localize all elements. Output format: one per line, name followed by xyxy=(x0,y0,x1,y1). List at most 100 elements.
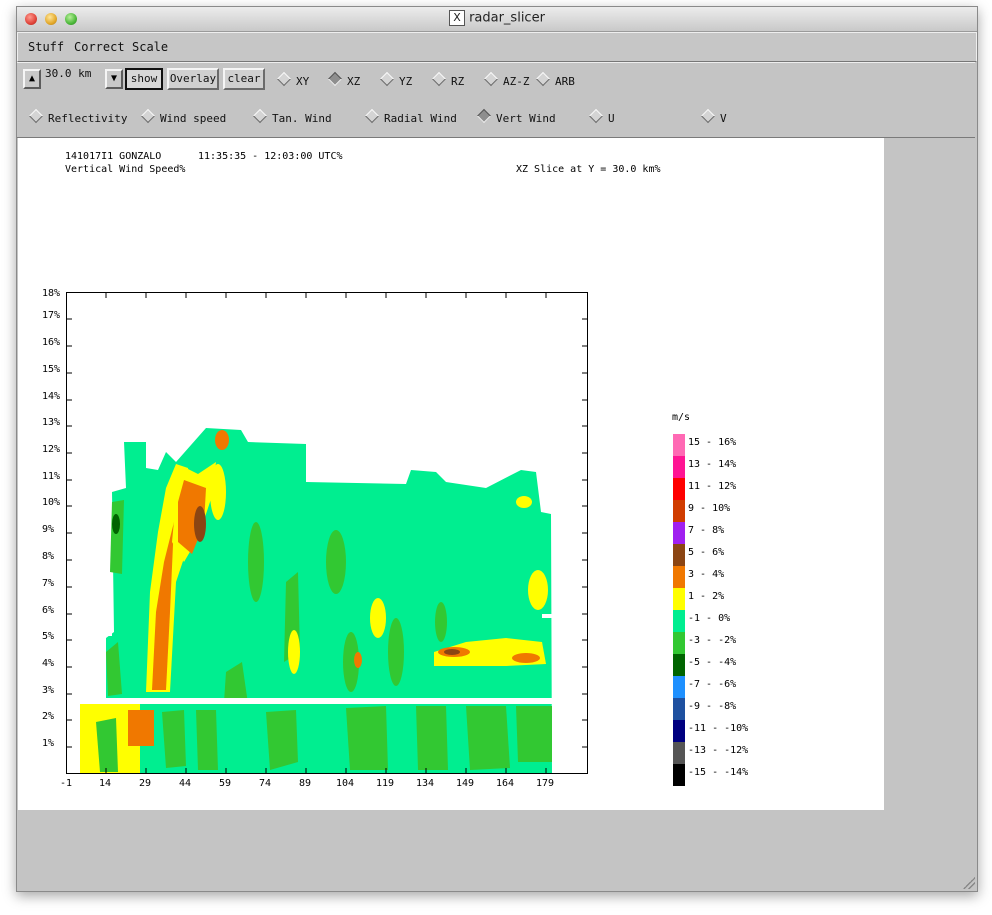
plot-canvas[interactable]: 141017I1 GONZALO 11:35:35 - 12:03:00 UTC… xyxy=(18,138,884,810)
radio-label: Vert Wind xyxy=(496,112,556,125)
y-tick-label: 8% xyxy=(42,551,55,562)
colorbar-label: 9 - 10% xyxy=(688,503,731,514)
colorbar-swatch xyxy=(673,478,685,500)
menu-stuff[interactable]: Stuff xyxy=(28,40,64,54)
radio-diamond-icon xyxy=(588,108,604,124)
colorbar-swatch xyxy=(673,588,685,610)
vertical-wind-cross-section[interactable] xyxy=(66,292,588,774)
radio-label: RZ xyxy=(451,75,465,88)
radio-diamond-icon xyxy=(431,71,447,87)
title-bar[interactable]: Xradar_slicer xyxy=(17,7,977,32)
colorbar-swatch xyxy=(673,654,685,676)
menu-correct[interactable]: Correct xyxy=(74,40,125,54)
x-tick-label: 104 xyxy=(336,778,355,789)
y-tick-label: 9% xyxy=(42,524,55,535)
menu-scale[interactable]: Scale xyxy=(132,40,168,54)
radio-label: Radial Wind xyxy=(384,112,457,125)
radio-diamond-icon xyxy=(483,71,499,87)
radio-slice-az-z[interactable]: AZ-Z xyxy=(483,71,530,88)
colorbar-swatch xyxy=(673,544,685,566)
colorbar-label: -1 - 0% xyxy=(688,613,731,624)
radio-field-tan-wind[interactable]: Tan. Wind xyxy=(252,108,332,125)
height-value: 30.0 km xyxy=(45,67,92,80)
show-button[interactable]: show xyxy=(125,68,163,90)
y-tick-label: 18% xyxy=(42,288,61,299)
resize-grip-icon[interactable] xyxy=(963,877,975,889)
y-tick-label: 17% xyxy=(42,310,61,321)
radio-field-wind-speed[interactable]: Wind speed xyxy=(140,108,227,125)
y-tick-label: 16% xyxy=(42,337,61,348)
x11-logo-icon: X xyxy=(449,10,466,26)
radio-slice-xy[interactable]: XY xyxy=(276,71,310,88)
colorbar-label: -15 - -14% xyxy=(688,767,749,778)
radio-field-vert-wind[interactable]: Vert Wind xyxy=(476,108,556,125)
radio-label: YZ xyxy=(399,75,413,88)
radio-label: AZ-Z xyxy=(503,75,530,88)
x-tick-label: 119 xyxy=(376,778,395,789)
y-tick-label: 13% xyxy=(42,417,61,428)
x-tick-label: 44 xyxy=(179,778,192,789)
radio-diamond-icon xyxy=(327,71,343,87)
y-tick-label: 3% xyxy=(42,685,55,696)
radio-field-u[interactable]: U xyxy=(588,108,615,125)
radio-field-radial-wind[interactable]: Radial Wind xyxy=(364,108,457,125)
radio-slice-rz[interactable]: RZ xyxy=(431,71,465,88)
colorbar-label: 5 - 6% xyxy=(688,547,725,558)
colorbar-swatch xyxy=(673,566,685,588)
radio-diamond-icon xyxy=(276,71,292,87)
height-up-button[interactable]: ▲ xyxy=(23,69,41,89)
field-title: Vertical Wind Speed% xyxy=(65,164,186,175)
radio-slice-xz[interactable]: XZ xyxy=(327,71,360,88)
slice-info: XZ Slice at Y = 30.0 km% xyxy=(516,164,661,175)
radio-field-reflectivity[interactable]: Reflectivity xyxy=(28,108,128,125)
app-window: Xradar_slicer Stuff Correct Scale ▲ 30.0… xyxy=(16,6,978,892)
flight-id: 141017I1 GONZALO xyxy=(65,151,162,162)
x-tick-label: 149 xyxy=(456,778,475,789)
colorbar-swatch xyxy=(673,632,685,654)
x-tick-label: 74 xyxy=(259,778,272,789)
radio-label: U xyxy=(608,112,615,125)
colorbar-label: -3 - -2% xyxy=(688,635,737,646)
radio-label: Wind speed xyxy=(160,112,227,125)
radio-diamond-icon xyxy=(364,108,380,124)
radio-diamond-icon xyxy=(700,108,716,124)
y-tick-label: 10% xyxy=(42,497,61,508)
colorbar-label: 1 - 2% xyxy=(688,591,725,602)
radio-slice-yz[interactable]: YZ xyxy=(379,71,413,88)
colorbar-swatch xyxy=(673,500,685,522)
colorbar-swatch xyxy=(673,764,685,786)
x-tick-label: 14 xyxy=(99,778,112,789)
x-tick-label: 134 xyxy=(416,778,435,789)
colorbar-label: -7 - -6% xyxy=(688,679,737,690)
radio-label: Reflectivity xyxy=(48,112,128,125)
colorbar-swatch xyxy=(673,676,685,698)
y-tick-label: 2% xyxy=(42,711,55,722)
colorbar-swatch xyxy=(673,742,685,764)
colorbar-label: -13 - -12% xyxy=(688,745,749,756)
radio-field-v[interactable]: V xyxy=(700,108,727,125)
toolbar: ▲ 30.0 km ▼ show Overlay clear XY XZ YZ … xyxy=(17,62,975,138)
time-range: 11:35:35 - 12:03:00 UTC% xyxy=(198,151,343,162)
radio-diamond-icon xyxy=(140,108,156,124)
radio-label: V xyxy=(720,112,727,125)
clear-button[interactable]: clear xyxy=(223,68,265,90)
colorbar-unit: m/s xyxy=(672,412,691,423)
x-tick-label: 179 xyxy=(536,778,555,789)
overlay-button[interactable]: Overlay xyxy=(167,68,219,90)
y-tick-label: 5% xyxy=(42,631,55,642)
radio-diamond-icon xyxy=(252,108,268,124)
radio-label: XY xyxy=(296,75,310,88)
colorbar-label: 7 - 8% xyxy=(688,525,725,536)
colorbar-swatch xyxy=(673,434,685,456)
radio-label: ARB xyxy=(555,75,575,88)
height-down-button[interactable]: ▼ xyxy=(105,69,123,89)
radio-slice-arb[interactable]: ARB xyxy=(535,71,575,88)
colorbar-label: 11 - 12% xyxy=(688,481,737,492)
colorbar-label: 15 - 16% xyxy=(688,437,737,448)
radio-diamond-icon xyxy=(28,108,44,124)
colorbar-label: 3 - 4% xyxy=(688,569,725,580)
wind-field xyxy=(80,428,552,774)
y-tick-label: 6% xyxy=(42,605,55,616)
window-title: radar_slicer xyxy=(469,10,545,26)
y-tick-label: 12% xyxy=(42,444,61,455)
